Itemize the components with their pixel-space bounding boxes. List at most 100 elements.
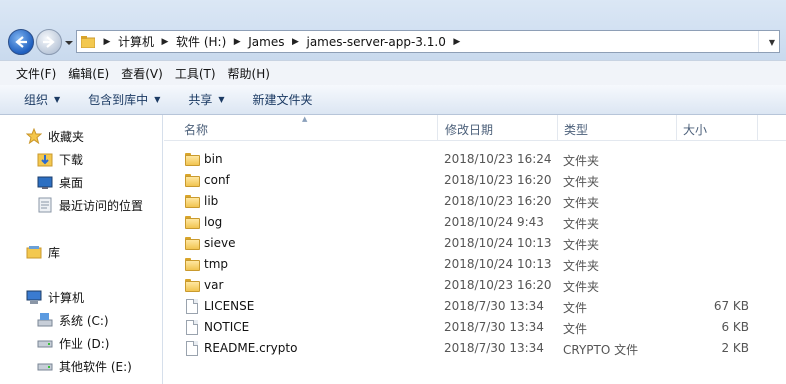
breadcrumb-current-folder[interactable]: james-server-app-3.1.0 (301, 35, 450, 49)
breadcrumb-separator[interactable]: ▶ (289, 37, 301, 47)
breadcrumb-separator[interactable]: ▶ (159, 37, 171, 47)
include-in-library-label: 包含到库中 (88, 93, 149, 107)
breadcrumb-james[interactable]: James (243, 35, 289, 49)
file-size: 6 KB (721, 320, 749, 334)
column-divider[interactable] (557, 115, 558, 141)
organize-button[interactable]: 组织 ▼ (16, 91, 68, 108)
address-bar-area: ▶ 计算机 ▶ 软件 (H:) ▶ James ▶ james-server-a… (0, 0, 786, 60)
document-icon (185, 299, 200, 314)
breadcrumb-separator[interactable]: ▶ (101, 37, 113, 47)
star-icon (26, 128, 42, 144)
nav-downloads[interactable]: 下载 (37, 148, 83, 170)
share-button[interactable]: 共享 ▼ (180, 91, 232, 108)
folder-row[interactable]: bin 2018/10/23 16:24 文件夹 (164, 149, 786, 170)
folder-row[interactable]: conf 2018/10/23 16:20 文件夹 (164, 170, 786, 191)
sort-ascending-icon: ▲ (302, 115, 308, 123)
share-label: 共享 (188, 93, 213, 107)
nav-drive-e[interactable]: 其他软件 (E:) (37, 355, 132, 377)
nav-libraries[interactable]: 库 (26, 241, 60, 263)
file-modified-date: 2018/7/30 13:34 (444, 341, 544, 355)
file-modified-date: 2018/10/23 16:20 (444, 173, 552, 187)
nav-favorites-label: 收藏夹 (48, 129, 85, 144)
folder-icon (185, 215, 200, 230)
nav-drive-c[interactable]: 系统 (C:) (37, 309, 109, 331)
file-modified-date: 2018/10/24 9:43 (444, 215, 544, 229)
file-type: 文件夹 (563, 259, 600, 273)
hard-drive-icon (37, 363, 53, 371)
navigation-pane: 收藏夹 下载 桌面 最近访问的位置 库 计算机 系统 (C:) 作业 (D:) … (0, 115, 163, 384)
column-header-type[interactable]: 类型 (564, 121, 588, 138)
file-type: 文件 (563, 322, 588, 336)
menu-bar: 文件(F) 编辑(E) 查看(V) 工具(T) 帮助(H) (0, 60, 786, 85)
forward-button[interactable] (36, 29, 62, 55)
file-name: tmp (204, 257, 229, 271)
file-name: sieve (204, 236, 236, 250)
folder-icon (81, 35, 95, 48)
folder-row[interactable]: sieve 2018/10/24 10:13 文件夹 (164, 233, 786, 254)
breadcrumb-separator[interactable]: ▶ (451, 37, 463, 47)
folder-row[interactable]: var 2018/10/23 16:20 文件夹 (164, 275, 786, 296)
nav-drive-e-label: 其他软件 (E:) (59, 359, 132, 374)
column-divider[interactable] (437, 115, 438, 141)
menu-file[interactable]: 文件(F) (10, 65, 62, 82)
chevron-down-icon: ▼ (54, 95, 61, 104)
nav-computer[interactable]: 计算机 (26, 286, 84, 308)
chevron-down-icon: ▼ (154, 95, 161, 104)
file-type: 文件夹 (563, 280, 600, 294)
nav-drive-d-label: 作业 (D:) (59, 336, 110, 351)
column-divider[interactable] (676, 115, 677, 141)
menu-view[interactable]: 查看(V) (115, 65, 169, 82)
file-modified-date: 2018/10/24 10:13 (444, 257, 552, 271)
folder-row[interactable]: lib 2018/10/23 16:20 文件夹 (164, 191, 786, 212)
back-button[interactable] (8, 29, 34, 55)
file-row[interactable]: LICENSE 2018/7/30 13:34 文件 67 KB (164, 296, 786, 317)
nav-libraries-label: 库 (48, 245, 61, 260)
nav-downloads-label: 下载 (59, 152, 84, 167)
file-name: conf (204, 173, 230, 187)
folder-icon (185, 152, 200, 167)
menu-tools[interactable]: 工具(T) (169, 65, 222, 82)
file-type: 文件夹 (563, 175, 600, 189)
breadcrumb-drive-h[interactable]: 软件 (H:) (171, 33, 231, 50)
address-field[interactable]: ▶ 计算机 ▶ 软件 (H:) ▶ James ▶ james-server-a… (76, 30, 780, 53)
nav-recent-places[interactable]: 最近访问的位置 (37, 194, 143, 216)
nav-computer-label: 计算机 (48, 290, 85, 305)
menu-edit[interactable]: 编辑(E) (62, 65, 115, 82)
file-name: bin (204, 152, 223, 166)
file-row[interactable]: README.crypto 2018/7/30 13:34 CRYPTO 文件 2 K… (164, 338, 786, 359)
folder-row[interactable]: tmp 2018/10/24 10:13 文件夹 (164, 254, 786, 275)
nav-desktop[interactable]: 桌面 (37, 171, 83, 193)
file-modified-date: 2018/7/30 13:34 (444, 320, 544, 334)
file-type: CRYPTO 文件 (563, 343, 639, 357)
column-header-modified[interactable]: 修改日期 (445, 121, 493, 138)
new-folder-button[interactable]: 新建文件夹 (245, 91, 321, 108)
nav-favorites[interactable]: 收藏夹 (26, 125, 84, 147)
include-in-library-button[interactable]: 包含到库中 ▼ (80, 91, 168, 108)
file-modified-date: 2018/10/23 16:24 (444, 152, 552, 166)
file-type: 文件夹 (563, 238, 600, 252)
file-type: 文件夹 (563, 217, 600, 231)
address-history-dropdown-icon[interactable]: ▼ (769, 38, 775, 47)
organize-label: 组织 (24, 93, 49, 107)
file-list-pane: ▲ 名称 修改日期 类型 大小 bin 2018/10/23 16:24 文件夹 co… (164, 115, 786, 384)
chevron-down-icon: ▼ (218, 95, 225, 104)
column-header-name[interactable]: 名称 (184, 121, 208, 138)
file-modified-date: 2018/10/23 16:20 (444, 278, 552, 292)
nav-drive-d[interactable]: 作业 (D:) (37, 332, 109, 354)
menu-help[interactable]: 帮助(H) (222, 65, 276, 82)
folder-row[interactable]: log 2018/10/24 9:43 文件夹 (164, 212, 786, 233)
column-divider[interactable] (757, 115, 758, 141)
document-icon (185, 320, 200, 335)
file-type: 文件夹 (563, 196, 600, 210)
recent-pages-dropdown-icon[interactable] (64, 38, 74, 48)
breadcrumb-separator[interactable]: ▶ (231, 37, 243, 47)
file-row[interactable]: NOTICE 2018/7/30 13:34 文件 6 KB (164, 317, 786, 338)
file-name: LICENSE (204, 299, 255, 313)
column-header-row: ▲ 名称 修改日期 类型 大小 (164, 115, 786, 141)
file-name: var (204, 278, 224, 292)
downloads-folder-icon (37, 153, 53, 167)
command-toolbar: 组织 ▼ 包含到库中 ▼ 共享 ▼ 新建文件夹 (0, 85, 786, 115)
breadcrumb-computer[interactable]: 计算机 (113, 33, 159, 50)
column-header-size[interactable]: 大小 (683, 121, 707, 138)
file-name: lib (204, 194, 219, 208)
